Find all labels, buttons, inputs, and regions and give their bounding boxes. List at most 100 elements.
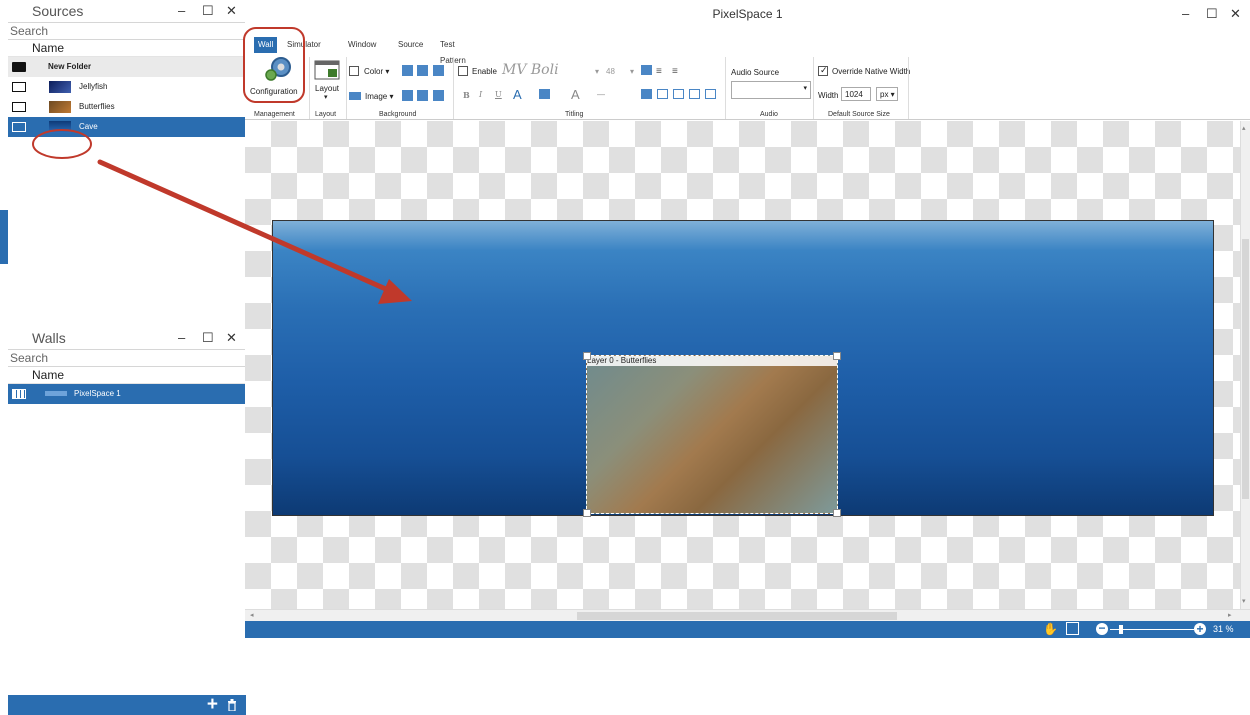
maximize-icon[interactable]: ☐ [202,327,214,349]
maximize-icon[interactable]: ☐ [1206,6,1218,22]
text-align-center-icon[interactable]: ≡ [656,66,662,77]
source-item-new-folder[interactable]: New Folder [8,57,246,77]
left-edge-strip [0,0,8,638]
pan-hand-icon[interactable]: ✋ [1043,622,1058,636]
sources-title: Sources – ☐ ✕ [8,0,246,22]
butterflies-layer[interactable]: Layer 0 - Butterflies [583,352,841,517]
image-dropdown[interactable]: Image ▾ [365,92,393,101]
configuration-button[interactable]: Configuration [250,55,303,96]
layout-icon [314,60,340,80]
text-align-left-icon[interactable] [641,65,652,75]
walls-name-header[interactable]: Name [8,367,246,384]
override-checkbox[interactable]: ✓ [818,65,828,76]
align-top-icon[interactable] [402,65,413,76]
highlight-icon[interactable] [539,89,550,99]
sources-title-text: Sources [32,3,84,19]
bold-icon[interactable]: B [463,90,470,100]
audio-source-select[interactable]: ▾ [731,81,811,99]
unit-select[interactable]: px ▾ [876,87,898,101]
source-item-label: Cave [79,122,98,131]
align-middle-icon[interactable] [417,65,428,76]
divider [908,57,909,119]
source-item-cave[interactable]: Cave [8,117,246,137]
scroll-down-icon[interactable]: ▾ [1242,597,1246,605]
color-dropdown[interactable]: Color ▾ [364,67,389,76]
resize-handle[interactable] [583,509,591,517]
source-item-label: New Folder [48,62,92,71]
minimize-icon[interactable]: – [178,327,185,349]
align-right-icon[interactable] [433,90,444,101]
wall-canvas[interactable]: Layer 0 - Butterflies [245,121,1240,609]
position-1-icon[interactable] [641,89,652,99]
scroll-left-icon[interactable]: ◂ [250,611,254,619]
vertical-scroll-thumb[interactable] [1242,239,1249,499]
fit-screen-icon[interactable] [1066,622,1079,635]
butterflies-thumbnail [49,101,71,113]
status-bar: ✋ − + 31 % [245,621,1250,638]
scroll-right-icon[interactable]: ▸ [1228,611,1232,619]
source-item-butterflies[interactable]: Butterflies [8,97,246,117]
line-style-icon[interactable]: — [597,90,605,99]
folder-icon [12,62,26,72]
align-center-icon[interactable] [417,90,428,101]
font-color-icon[interactable]: A [513,87,522,102]
italic-icon[interactable]: I [479,90,482,99]
walls-panel: Walls – ☐ ✕ Search Name PixelSpace 1 + [8,327,247,715]
delete-wall-icon[interactable] [227,699,237,711]
gear-icon [265,57,291,81]
enable-checkbox[interactable] [458,66,468,76]
tab-window[interactable]: Window [348,37,376,53]
resize-handle[interactable] [583,352,591,360]
sources-name-header[interactable]: Name [8,40,246,57]
font-size-select[interactable]: 48 [606,67,615,76]
zoom-out-icon[interactable]: − [1096,622,1108,635]
minimize-icon[interactable]: – [178,0,185,22]
vertical-scrollbar[interactable]: ▴ ▾ [1240,121,1250,609]
group-audio-label: Audio [760,111,778,118]
scroll-up-icon[interactable]: ▴ [1242,124,1246,132]
tab-source[interactable]: Source [398,37,423,53]
tab-wall[interactable]: Wall [254,37,278,53]
close-icon[interactable]: ✕ [226,0,237,22]
chevron-down-icon: ▾ [324,94,328,101]
zoom-level: 31 % [1213,624,1234,634]
image-icon [12,102,26,112]
configuration-label: Configuration [250,87,298,96]
audio-source-label: Audio Source [731,68,780,77]
sources-panel: Sources – ☐ ✕ Search Name New Folder Jel… [8,0,247,460]
image-icon [349,92,361,100]
maximize-icon[interactable]: ☐ [202,0,214,22]
resize-handle[interactable] [833,509,841,517]
font-family-select[interactable]: MV Boli [502,62,622,78]
resize-handle[interactable] [833,352,841,360]
source-item-jellyfish[interactable]: Jellyfish [8,77,246,97]
zoom-in-icon[interactable]: + [1194,623,1206,635]
color-checkbox[interactable] [349,66,359,76]
position-5-icon[interactable] [705,89,716,99]
underline-icon[interactable]: U [495,90,502,99]
align-bottom-icon[interactable] [433,65,444,76]
title-bar: PixelSpace 1 – ☐ ✕ [245,0,1250,28]
position-2-icon[interactable] [657,89,668,99]
text-effect-icon[interactable]: A [571,87,580,102]
group-layout-label: Layout [315,111,337,118]
horizontal-scroll-thumb[interactable] [577,612,897,620]
wall-item-pixelspace[interactable]: PixelSpace 1 [8,384,246,404]
position-3-icon[interactable] [673,89,684,99]
close-icon[interactable]: ✕ [226,327,237,349]
width-input[interactable]: 1024 [841,87,871,101]
sources-search-input[interactable]: Search [8,22,246,40]
add-wall-icon[interactable]: + [207,695,218,715]
source-item-label: Jellyfish [79,82,108,91]
layout-button[interactable]: Layout ▾ [312,60,342,105]
close-icon[interactable]: ✕ [1230,6,1241,22]
tab-test-pattern[interactable]: Test Pattern [440,37,466,65]
tab-simulator[interactable]: Simulator [287,37,321,53]
zoom-slider-thumb[interactable] [1119,625,1123,634]
minimize-icon[interactable]: – [1182,6,1189,21]
text-align-right-icon[interactable]: ≡ [672,66,678,77]
align-left-icon[interactable] [402,90,413,101]
color-label: Color [364,67,384,76]
walls-search-input[interactable]: Search [8,349,246,367]
position-4-icon[interactable] [689,89,700,99]
